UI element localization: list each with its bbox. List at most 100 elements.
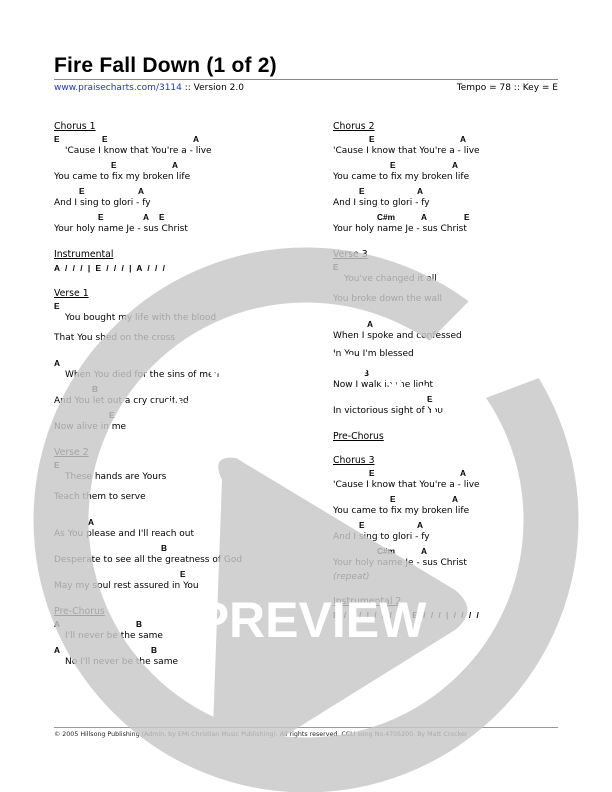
chord: B (363, 368, 369, 378)
chord: A (54, 619, 60, 629)
lyric: When I spoke and confessed (333, 331, 462, 341)
chord: B (151, 645, 157, 655)
chord: E (390, 160, 396, 170)
chord-lyric-line: C#m A E Your holy name Je - sus Christ (333, 211, 573, 237)
instrumental-chords: A / / / | E / / / | A / / / (54, 263, 165, 273)
chord: E (464, 212, 470, 222)
chord-lyric-line: A B I'll never be the same (54, 618, 294, 644)
lyric: You've changed it all (344, 274, 437, 284)
chord: A (452, 160, 458, 170)
lyric-line: In You I'm blessed (333, 344, 573, 367)
chord: E (359, 520, 365, 530)
header-divider (54, 79, 558, 80)
chord-lyric-line: A When You died for the sins of men (54, 357, 294, 383)
section-title: Verse 1 (54, 288, 89, 299)
lyric: In victorious sight of You (333, 406, 444, 416)
chord: E (359, 186, 365, 196)
song-title: Fire Fall Down (1 of 2) (54, 54, 277, 77)
chord-lyric-line: A When I spoke and confessed (333, 318, 573, 344)
praisecharts-link[interactable]: www.praisecharts.com/3114 (54, 83, 182, 93)
chord: E (369, 134, 375, 144)
section-title: Instrumental (54, 249, 114, 260)
chord-lyric-line: E Now alive in me (54, 409, 294, 435)
section-title: Chorus 3 (333, 455, 375, 466)
lyric: You broke down the wall (333, 294, 443, 304)
section-verse-1: Verse 1 E You bought my life with the bl… (54, 287, 294, 435)
chord-lyric-line: E A And I sing to glori - fy (333, 185, 573, 211)
lyric: And You let out a cry crucified (54, 396, 189, 406)
chord: A (193, 134, 199, 144)
lyric: 'Cause I know that You're a - live (333, 146, 480, 156)
chord: E (54, 134, 60, 144)
chord: E (369, 468, 375, 478)
lyric: Now alive in me (54, 422, 127, 432)
repeat-note: (repeat) (333, 572, 370, 582)
section-pre-chorus: Pre-Chorus A B I'll never be the same A B … (54, 605, 294, 670)
chord-lyric-line: E You bought my life with the blood (54, 300, 294, 326)
chord: B (161, 543, 167, 553)
chord-lyric-line: EAE Your holy name Je - sus Christ (54, 211, 294, 237)
chord-lyric-line: B Desperate to see all the greatness of … (54, 542, 294, 568)
lyric: And I sing to glori - fy (333, 198, 430, 208)
chord: E (98, 212, 104, 222)
chord: E (54, 301, 60, 311)
lyric: Your holy name Je - sus Christ (333, 558, 467, 568)
lyric: You came to fix my broken life (333, 172, 470, 182)
copyright-footer: © 2005 Hillsong Publishing (Admin. by EM… (54, 731, 468, 738)
chord: E (180, 569, 186, 579)
lyric: When You died for the sins of men (65, 370, 220, 380)
chord: E (159, 212, 165, 222)
section-pre-chorus: Pre-Chorus (333, 430, 573, 443)
section-title: Verse 2 (54, 447, 89, 458)
section-verse-3: Verse 3 E You've changed it all You brok… (333, 248, 573, 419)
chord-lyric-line: B Now I walk in the light (333, 367, 573, 393)
chord-lyric-line: E A 'Cause I know that You're a - live (333, 467, 573, 493)
chord-lyric-line: E These hands are Yours (54, 459, 294, 485)
lyric: I'll never be the same (65, 631, 163, 641)
chord-lyric-line: E A 'Cause I know that You're a - live (333, 133, 573, 159)
chord-lyric-line: E A You came to fix my broken life (54, 159, 294, 185)
lyric: Teach them to serve (54, 492, 146, 502)
section-instrumental-2: Instrumental 2 E / / / | / / / / | E / /… (333, 595, 573, 622)
chord-lyric-line: E May my soul rest assured in You (54, 568, 294, 594)
section-title: Chorus 2 (333, 121, 375, 132)
lyric: 'Cause I know that You're a - live (65, 146, 212, 156)
lyric: No I'll never be the same (65, 657, 179, 667)
footer-divider (54, 727, 558, 728)
chord-lyric-line: E A And I sing to glori - fy (54, 185, 294, 211)
chord: B (92, 384, 98, 394)
chord: A (452, 494, 458, 504)
section-title: Pre-Chorus (54, 606, 105, 617)
chord: A (417, 520, 423, 530)
chord: A (460, 468, 466, 478)
chord-lyric-line: E A And I sing to glori - fy (333, 519, 573, 545)
section-chorus-2: Chorus 2 E A 'Cause I know that You're a … (333, 120, 573, 237)
right-column: Chorus 2 E A 'Cause I know that You're a … (333, 120, 573, 633)
section-title: Instrumental 2 (333, 596, 402, 607)
chord: A (460, 134, 466, 144)
chord: A (367, 319, 373, 329)
lyric-line: That You shed on the cross (54, 326, 294, 357)
lyric: Desperate to see all the greatness of Go… (54, 555, 243, 565)
chord-lyric-line: E A You came to fix my broken life (333, 493, 573, 519)
chord-lyric-line: E A You came to fix my broken life (333, 159, 573, 185)
lyric-line: Teach them to serve (54, 485, 294, 516)
chord: E (111, 160, 117, 170)
chord: C#m (377, 212, 395, 222)
chord: A (417, 186, 423, 196)
lyric: You bought my life with the blood (65, 313, 217, 323)
lyric: Your holy name Je - sus Christ (54, 224, 188, 234)
chord: A (421, 546, 427, 556)
left-column: Chorus 1 EEA 'Cause I know that You're a… (54, 120, 294, 681)
chord-lyric-line: B And You let out a cry crucified (54, 383, 294, 409)
version-label: :: Version 2.0 (181, 83, 244, 93)
section-instrumental: Instrumental A / / / | E / / / | A / / / (54, 248, 294, 275)
lyric: In You I'm blessed (333, 349, 414, 359)
chord-lyric-line: C#m A Your holy name Je - sus Christ (333, 545, 573, 571)
chord: A (88, 517, 94, 527)
lyric: Your holy name Je - sus Christ (333, 224, 467, 234)
chord: E (333, 262, 339, 272)
chord-lyric-line: A B No I'll never be the same (54, 644, 294, 670)
lyric: And I sing to glori - fy (333, 532, 430, 542)
lyric: That You shed on the cross (54, 333, 176, 343)
